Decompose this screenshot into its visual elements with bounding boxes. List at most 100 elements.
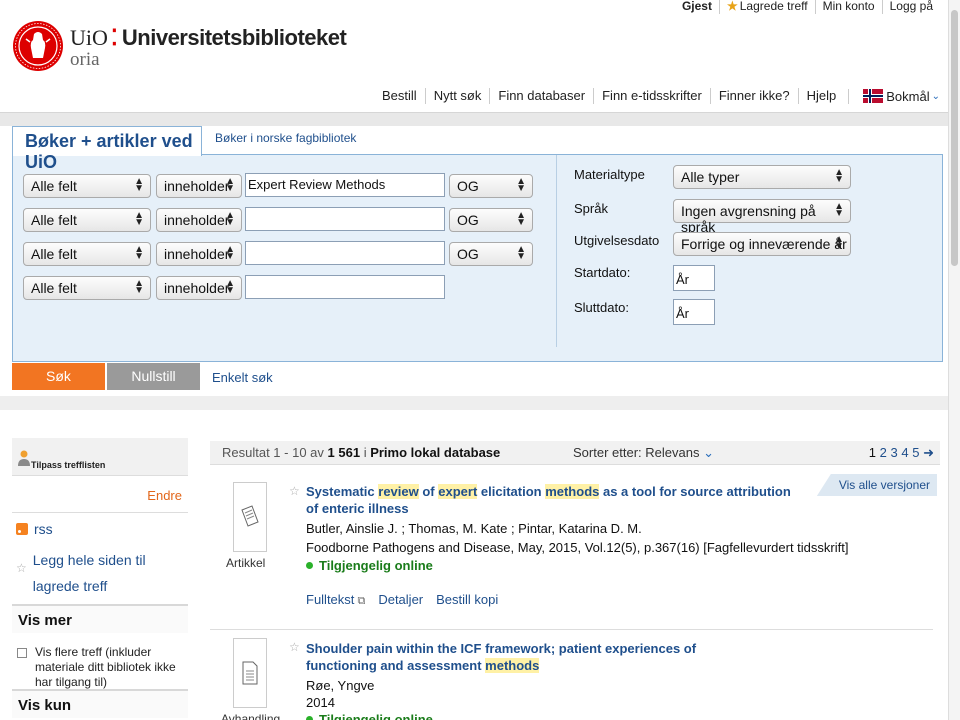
field-select-4[interactable]: Alle felt ▲ ▼ xyxy=(23,276,151,300)
edit-link[interactable]: Endre xyxy=(12,476,188,512)
result-record: Vis alle versjoner Artikkel ☆ Systematic… xyxy=(210,474,937,630)
material-type-select[interactable]: Alle typer ▲ ▼ xyxy=(673,165,851,189)
saved-items-link[interactable]: ★ Lagrede treff xyxy=(718,0,815,14)
operator-select-4[interactable]: inneholder ▲ ▼ xyxy=(156,276,242,300)
details-link[interactable]: Detaljer xyxy=(378,592,423,608)
field-select-3[interactable]: Alle felt ▲ ▼ xyxy=(23,242,151,266)
record-authors: Butler, Ainslie J. ; Thomas, M. Kate ; P… xyxy=(306,521,642,536)
section-divider xyxy=(0,396,960,410)
star-icon[interactable]: ☆ xyxy=(289,484,300,498)
operator-select-3[interactable]: inneholder ▲ ▼ xyxy=(156,242,242,266)
result-count: Resultat 1 - 10 av 1 561 i Primo lokal d… xyxy=(222,445,501,460)
next-page-icon[interactable]: ➜ xyxy=(923,445,934,460)
select-arrows-icon: ▲ ▼ xyxy=(134,210,144,228)
page-scrollbar[interactable] xyxy=(948,0,960,720)
rss-icon xyxy=(16,523,28,535)
result-record: Avhandling ☆ Shoulder pain within the IC… xyxy=(210,632,933,720)
record-type: Avhandling xyxy=(221,712,281,720)
advanced-search-panel: Alle felt ▲ ▼ inneholder ▲ ▼ Expert Review M… xyxy=(12,154,943,362)
record-authors: Røe, Yngve xyxy=(306,678,375,693)
show-more-option[interactable]: Vis flere treff (inkluder materiale ditt… xyxy=(12,633,188,689)
end-date-input[interactable]: År xyxy=(673,299,715,325)
simple-search-link[interactable]: Enkelt søk xyxy=(212,370,273,385)
show-more-checkbox[interactable] xyxy=(17,648,27,658)
sidebar-actions: rss ☆ Legg hele siden til lagrede treff xyxy=(12,512,188,604)
boolean-select-2[interactable]: OG ▲ ▼ xyxy=(449,208,533,232)
star-icon[interactable]: ☆ xyxy=(289,640,300,654)
select-arrows-icon: ▲ ▼ xyxy=(225,210,235,228)
nav-not-found[interactable]: Finner ikke? xyxy=(709,88,798,104)
field-select-1[interactable]: Alle felt ▲ ▼ xyxy=(23,174,151,198)
chevron-down-icon: ⌄ xyxy=(703,445,714,460)
scrollbar-thumb[interactable] xyxy=(951,10,958,266)
record-source: 2014 xyxy=(306,695,335,710)
select-arrows-icon: ▲ ▼ xyxy=(834,234,844,252)
page-5[interactable]: 5 xyxy=(912,445,919,460)
save-page-link[interactable]: ☆ Legg hele siden til lagrede treff xyxy=(16,547,188,599)
availability-status[interactable]: Tilgjengelig online xyxy=(306,712,433,720)
show-only-heading: Vis kun xyxy=(12,689,188,718)
select-arrows-icon: ▲ ▼ xyxy=(134,278,144,296)
search-input-4[interactable] xyxy=(245,275,445,299)
fulltext-link[interactable]: Fulltekst ⧉ xyxy=(306,592,365,608)
select-arrows-icon: ▲ ▼ xyxy=(134,244,144,262)
field-select-2[interactable]: Alle felt ▲ ▼ xyxy=(23,208,151,232)
record-source: Foodborne Pathogens and Disease, May, 20… xyxy=(306,540,849,555)
start-date-input[interactable]: År xyxy=(673,265,715,291)
operator-select-1[interactable]: inneholder ▲ ▼ xyxy=(156,174,242,198)
search-input-1[interactable]: Expert Review Methods xyxy=(245,173,445,197)
select-arrows-icon: ▲ ▼ xyxy=(225,176,235,194)
boolean-select-3[interactable]: OG ▲ ▼ xyxy=(449,242,533,266)
record-type: Artikkel xyxy=(226,556,266,570)
search-input-3[interactable] xyxy=(245,241,445,265)
select-arrows-icon: ▲ ▼ xyxy=(516,244,526,262)
rss-link[interactable]: rss xyxy=(16,521,188,537)
nav-find-ejournals[interactable]: Finn e-tidsskrifter xyxy=(593,88,710,104)
record-title[interactable]: Shoulder pain within the ICF framework; … xyxy=(306,640,756,674)
pagination: 1 2 3 4 5 ➜ xyxy=(869,445,934,461)
login-link[interactable]: Logg på xyxy=(881,0,940,14)
select-arrows-icon: ▲ ▼ xyxy=(225,244,235,262)
pubdate-select[interactable]: Forrige og inneværende år ▲ ▼ xyxy=(673,232,851,256)
availability-status[interactable]: Tilgjengelig online xyxy=(306,558,433,573)
tab-norwegian-libraries[interactable]: Bøker i norske fagbibliotek xyxy=(215,131,356,145)
start-date-label: Startdato: xyxy=(574,265,631,280)
person-icon xyxy=(18,450,30,466)
reset-button[interactable]: Nullstill xyxy=(107,363,200,390)
page-3[interactable]: 3 xyxy=(891,445,898,460)
language-label: Bokmål xyxy=(886,88,930,104)
language-filter-select[interactable]: Ingen avgrensning på språk ▲ ▼ xyxy=(673,199,851,235)
language-filter-label: Språk xyxy=(574,201,608,216)
library-name: Universitetsbiblioteket xyxy=(121,25,347,50)
sort-control[interactable]: Sorter etter: Relevans ⌄ xyxy=(573,445,714,461)
operator-select-2[interactable]: inneholder ▲ ▼ xyxy=(156,208,242,232)
search-input-2[interactable] xyxy=(245,207,445,231)
tab-uio-books-articles[interactable]: Bøker + artikler ved UiO xyxy=(12,126,202,172)
order-copy-link[interactable]: Bestill kopi xyxy=(436,592,498,608)
site-logo[interactable]: UiO ⁚ Universitetsbiblioteket oria xyxy=(12,10,347,82)
nav-help[interactable]: Hjelp xyxy=(797,88,845,104)
star-icon: ★ xyxy=(726,0,738,13)
nav-new-search[interactable]: Nytt søk xyxy=(424,88,490,104)
search-button[interactable]: Søk xyxy=(12,363,105,390)
my-account-link[interactable]: Min konto xyxy=(814,0,882,14)
record-title[interactable]: Systematic review of expert elicitation … xyxy=(306,483,806,517)
nav-find-databases[interactable]: Finn databaser xyxy=(489,88,593,104)
language-selector[interactable]: Bokmål ⌄ xyxy=(848,88,940,104)
record-links: Fulltekst ⧉ Detaljer Bestill kopi xyxy=(306,592,498,608)
select-arrows-icon: ▲ ▼ xyxy=(134,176,144,194)
page-4[interactable]: 4 xyxy=(901,445,908,460)
select-arrows-icon: ▲ ▼ xyxy=(516,176,526,194)
uio-seal-icon xyxy=(13,21,63,71)
select-arrows-icon: ▲ ▼ xyxy=(516,210,526,228)
end-date-label: Sluttdato: xyxy=(574,300,629,315)
nav-order[interactable]: Bestill xyxy=(374,88,425,104)
panel-divider xyxy=(556,155,557,347)
facet-sidebar: Tilpass trefflisten Endre rss ☆ Legg hel… xyxy=(12,438,188,718)
show-all-versions-link[interactable]: Vis alle versjoner xyxy=(816,474,937,496)
page-2[interactable]: 2 xyxy=(880,445,887,460)
logo-separator: ⁚ xyxy=(110,25,118,50)
page-1[interactable]: 1 xyxy=(869,445,876,460)
results-header: Resultat 1 - 10 av 1 561 i Primo lokal d… xyxy=(210,441,940,465)
boolean-select-1[interactable]: OG ▲ ▼ xyxy=(449,174,533,198)
